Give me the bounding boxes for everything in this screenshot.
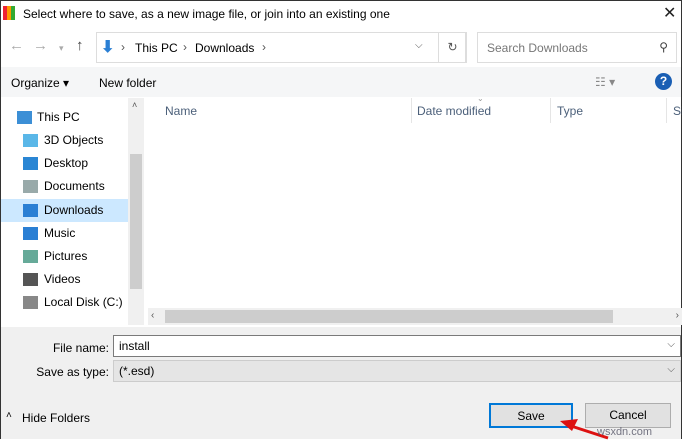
app-icon <box>3 6 15 20</box>
column-type[interactable]: Type <box>557 104 583 118</box>
column-size[interactable]: Si <box>673 104 682 118</box>
sidebar-item-label: Desktop <box>44 156 89 170</box>
sidebar-item-label: Local Disk (C:) <box>44 295 123 309</box>
breadcrumb-downloads[interactable]: Downloads <box>195 41 254 55</box>
sidebar-item-this-pc[interactable]: This PC <box>1 106 128 129</box>
sidebar-item-label: Pictures <box>44 249 88 263</box>
pictures-icon <box>23 250 38 263</box>
new-folder-button[interactable]: New folder <box>99 76 156 90</box>
sidebar-scroll-thumb[interactable] <box>130 154 142 289</box>
sidebar-item-label: Documents <box>44 179 105 193</box>
sort-indicator-icon: ⌄ <box>477 94 484 103</box>
watermark: wsxdn.com <box>597 426 653 438</box>
sidebar-item-desktop[interactable]: Desktop <box>1 152 128 175</box>
file-name-value: install <box>119 339 150 353</box>
download-icon <box>23 204 38 217</box>
sidebar-item-downloads[interactable]: Downloads <box>1 199 128 222</box>
navigation-pane: This PC 3D Objects Desktop Documents Downloa… <box>1 98 128 325</box>
disk-icon <box>23 296 38 309</box>
search-placeholder: Search Downloads <box>487 41 588 55</box>
save-as-type-value: (*.esd) <box>119 364 155 378</box>
help-icon[interactable]: ? <box>655 73 672 90</box>
address-bar[interactable]: ⬇ › This PC › Downloads › ⌵ <box>96 32 466 63</box>
sidebar-item-videos[interactable]: Videos <box>1 268 128 291</box>
hide-folders-button[interactable]: Hide Folders <box>22 411 90 425</box>
sidebar-item-label: Downloads <box>44 203 104 217</box>
sidebar-item-label: Music <box>44 226 76 240</box>
sidebar-item-pictures[interactable]: Pictures <box>1 245 128 268</box>
recent-dropdown-icon[interactable]: ▾ <box>59 43 64 54</box>
sidebar-item-3d-objects[interactable]: 3D Objects <box>1 129 128 152</box>
chevron-down-icon: ⌵ <box>667 364 675 375</box>
search-input[interactable]: Search Downloads ⚲ <box>477 32 677 63</box>
search-icon: ⚲ <box>659 40 668 54</box>
sidebar-item-documents[interactable]: Documents <box>1 175 128 198</box>
close-icon[interactable]: ✕ <box>663 3 676 23</box>
music-icon <box>23 227 38 240</box>
chevron-up-icon[interactable]: ˄ <box>6 410 12 421</box>
forward-icon[interactable]: → <box>33 37 48 54</box>
computer-icon <box>17 111 32 124</box>
cube-icon <box>23 134 38 147</box>
file-name-label: File name: <box>52 341 109 355</box>
refresh-icon[interactable]: ↻ <box>438 32 467 63</box>
download-icon: ⬇ <box>101 39 115 56</box>
file-name-input[interactable]: install ⌵ <box>113 335 681 357</box>
file-list-scroll-thumb[interactable] <box>165 310 613 323</box>
organize-button[interactable]: Organize ▾ <box>11 76 69 90</box>
breadcrumb-this-pc[interactable]: This PC <box>135 41 178 55</box>
sidebar-item-label: This PC <box>37 110 80 124</box>
up-icon[interactable]: ↑ <box>76 37 84 54</box>
back-icon[interactable]: ← <box>9 37 24 54</box>
toolbar: Organize ▾ New folder ☷ ▾ ? <box>1 67 681 97</box>
save-as-type-label: Save as type: <box>36 365 109 379</box>
desktop-icon <box>23 157 38 170</box>
window-title: Select where to save, as a new image fil… <box>23 7 390 21</box>
save-as-type-select[interactable]: (*.esd) ⌵ <box>113 360 681 382</box>
sidebar-item-label: 3D Objects <box>44 133 104 147</box>
videos-icon <box>23 273 38 286</box>
chevron-down-icon[interactable]: ⌵ <box>667 339 675 350</box>
save-dialog: Select where to save, as a new image fil… <box>0 0 682 440</box>
sidebar-item-local-disk-c[interactable]: Local Disk (C:) <box>1 291 128 314</box>
document-icon <box>23 180 38 193</box>
column-name[interactable]: Name <box>165 104 197 118</box>
sidebar-item-label: Videos <box>44 272 81 286</box>
view-options-icon[interactable]: ☷ ▾ <box>595 75 615 89</box>
column-date-modified[interactable]: Date modified <box>417 104 491 118</box>
chevron-down-icon[interactable]: ⌵ <box>415 40 423 51</box>
sidebar-item-music[interactable]: Music <box>1 222 128 245</box>
